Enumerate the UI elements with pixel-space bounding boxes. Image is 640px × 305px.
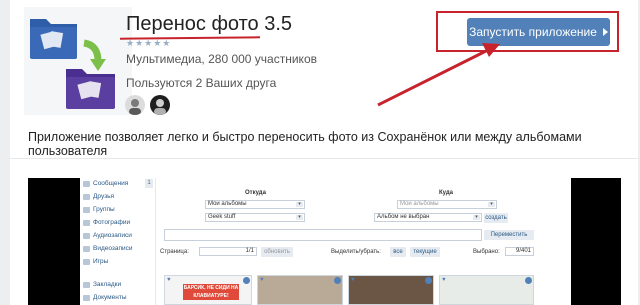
photos-icon	[83, 219, 90, 226]
preview-sidebar: Сообщения 1 Друзья Группы Фотографии Ауд…	[80, 178, 156, 305]
to-label: Куда	[439, 190, 453, 196]
chevron-down-icon: ▾	[488, 202, 495, 207]
selected-count: 9/401	[505, 247, 534, 256]
sidebar-item-photos: Фотографии	[83, 219, 130, 226]
select-all-button: все	[390, 247, 406, 257]
sidebar-item-bookmarks: Закладки	[83, 281, 121, 288]
zoom-icon	[334, 277, 341, 284]
from-label: Откуда	[245, 190, 266, 196]
to-album-value: Альбом не выбран	[377, 214, 430, 220]
sidebar-item-label: Сообщения	[93, 180, 129, 187]
games-icon	[83, 258, 90, 265]
video-icon	[83, 245, 90, 252]
sidebar-item-games: Игры	[83, 258, 108, 265]
move-button: Переместить	[484, 230, 534, 240]
selected-label: Выбрано:	[473, 249, 500, 255]
app-category-members: Мультимедиа, 280 000 участников	[126, 52, 317, 66]
zoom-icon	[243, 277, 250, 284]
to-owner-value: Мои альбомы	[400, 201, 439, 207]
friends-using[interactable]: Пользуются 2 Ваших друга	[126, 76, 276, 90]
sidebar-item-groups: Группы	[83, 206, 115, 213]
move-text-field	[164, 229, 482, 241]
heart-icon: ♥	[260, 277, 264, 283]
app-title[interactable]: Перенос фото 3.5	[126, 13, 292, 36]
heart-icon: ♥	[351, 277, 355, 283]
preview-screen: Сообщения 1 Друзья Группы Фотографии Ауд…	[80, 178, 571, 305]
play-arrow-icon	[602, 28, 608, 36]
photo-thumb: ♥	[439, 275, 534, 305]
sidebar-item-label: Группы	[93, 206, 115, 213]
select-toggle-label: Выделить/убрать:	[331, 249, 381, 255]
photo-thumb: ♥	[348, 275, 434, 305]
sidebar-item-documents: Документы	[83, 294, 127, 301]
rating-stars: ★★★★★	[126, 38, 172, 48]
zoom-icon	[425, 277, 432, 284]
photo-thumb: БАРСИК, НЕ СИДИ НА КЛАВИАТУРЕ! ♥	[164, 275, 252, 305]
app-description: Приложение позволяет легко и быстро пере…	[28, 130, 582, 158]
launch-app-button[interactable]: Запустить приложение	[467, 18, 610, 46]
audio-icon	[83, 232, 90, 239]
from-album-value: Geek stuff	[208, 214, 236, 220]
to-album-select: Альбом не выбран ▾	[374, 213, 482, 222]
folder-transfer-icon	[30, 19, 115, 109]
create-album-button: создать	[484, 213, 508, 223]
sidebar-item-video: Видеозаписи	[83, 245, 133, 252]
sidebar-item-label: Фотографии	[93, 219, 131, 226]
zoom-icon	[525, 277, 532, 284]
sidebar-badge: 1	[145, 179, 153, 188]
to-owner-select: Мои альбомы ▾	[397, 200, 497, 209]
friend-avatar[interactable]	[125, 95, 145, 115]
sidebar-item-audio: Аудиозаписи	[83, 232, 132, 239]
select-current-button: текущие	[410, 247, 440, 257]
from-owner-value: Мои альбомы	[208, 201, 247, 207]
app-icon	[24, 7, 132, 115]
avatar-icon	[129, 99, 141, 115]
sidebar-item-label: Аудиозаписи	[93, 232, 132, 239]
chevron-down-icon: ▾	[296, 202, 303, 207]
heart-icon: ♥	[442, 277, 446, 283]
friends-icon	[83, 193, 90, 200]
launch-app-label: Запустить приложение	[469, 25, 597, 39]
page-input: 1/1	[199, 247, 257, 256]
sidebar-item-messages: Сообщения	[83, 180, 128, 187]
from-owner-select: Мои альбомы ▾	[205, 200, 305, 209]
sidebar-item-label: Закладки	[93, 281, 122, 288]
avatar-icon	[154, 99, 166, 115]
chevron-down-icon: ▾	[473, 215, 480, 220]
refresh-button: обновить	[261, 247, 293, 257]
friend-avatar[interactable]	[150, 95, 170, 115]
chevron-down-icon: ▾	[296, 215, 303, 220]
from-album-select: Geek stuff ▾	[205, 213, 305, 222]
groups-icon	[83, 206, 90, 213]
section-divider	[10, 158, 638, 159]
documents-icon	[83, 294, 90, 301]
sidebar-item-label: Игры	[93, 258, 109, 265]
sidebar-item-friends: Друзья	[83, 193, 114, 200]
message-icon	[83, 180, 90, 187]
page-label: Страница:	[160, 249, 189, 255]
sidebar-item-label: Документы	[93, 294, 127, 301]
photo-thumb: ♥	[257, 275, 343, 305]
thumb-caption: БАРСИК, НЕ СИДИ НА КЛАВИАТУРЕ!	[183, 284, 239, 300]
sidebar-item-label: Видеозаписи	[93, 245, 133, 252]
sidebar-item-label: Друзья	[93, 193, 115, 200]
heart-icon: ♥	[167, 277, 171, 283]
bookmarks-icon	[83, 281, 90, 288]
app-preview[interactable]: Сообщения 1 Друзья Группы Фотографии Ауд…	[28, 178, 621, 305]
